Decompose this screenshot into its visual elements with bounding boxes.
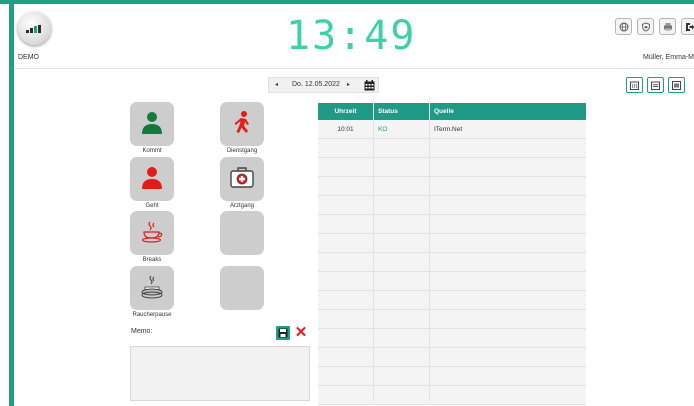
cell-uhrzeit	[318, 367, 373, 386]
logo-bars-icon	[26, 25, 43, 33]
calendar-icon[interactable]	[364, 80, 375, 91]
calendar-grid-icon	[630, 81, 639, 90]
booking-dienstgang-label: Dienstgang	[226, 148, 258, 154]
cell-uhrzeit	[318, 215, 373, 234]
table-row[interactable]	[318, 310, 586, 329]
next-day-button[interactable]: ▸	[347, 81, 350, 88]
header-divider-line	[429, 103, 430, 120]
company-name: DEMO	[18, 54, 39, 61]
booking-geht-button[interactable]	[130, 157, 174, 201]
memo-label: Memo:	[131, 328, 153, 335]
left-accent-bar	[9, 4, 14, 406]
table-row[interactable]: 10:01 KO ITerm.Net	[318, 120, 586, 139]
security-button[interactable]	[637, 18, 654, 35]
column-header-quelle[interactable]: Quelle	[434, 103, 454, 120]
digital-clock: 13:49	[286, 13, 417, 59]
table-row[interactable]	[318, 348, 586, 367]
column-divider	[373, 120, 374, 401]
cell-quelle: ITerm.Net	[434, 126, 463, 133]
cell-uhrzeit	[318, 253, 373, 272]
walking-person-icon	[234, 111, 249, 133]
booking-arztgang-button[interactable]	[220, 157, 264, 201]
list-view-button[interactable]	[647, 77, 664, 93]
document-icon	[672, 81, 681, 90]
table-row[interactable]	[318, 272, 586, 291]
ashtray-icon	[141, 275, 163, 299]
booking-raucherpause-button[interactable]	[130, 266, 174, 310]
table-row[interactable]	[318, 329, 586, 348]
column-header-status[interactable]: Status	[378, 103, 398, 120]
table-row[interactable]	[318, 139, 586, 158]
logo	[18, 12, 51, 45]
cell-uhrzeit	[318, 234, 373, 253]
cell-uhrzeit	[318, 196, 373, 215]
column-header-uhrzeit[interactable]: Uhrzeit	[318, 103, 373, 120]
cell-uhrzeit	[318, 310, 373, 329]
user-name: Müller, Emma-M	[643, 54, 694, 61]
previous-day-button[interactable]: ◂	[275, 81, 278, 88]
cell-uhrzeit	[318, 158, 373, 177]
table-header: Uhrzeit Status Quelle	[318, 103, 586, 120]
globe-icon	[619, 22, 629, 32]
booking-kommt-button[interactable]	[130, 102, 174, 146]
cancel-memo-button[interactable]: ✕	[294, 325, 308, 341]
table-row[interactable]	[318, 253, 586, 272]
bookings-table: Uhrzeit Status Quelle 10:01 KO ITerm.Net	[318, 103, 586, 405]
table-row[interactable]	[318, 291, 586, 310]
table-row[interactable]	[318, 215, 586, 234]
person-red-icon	[142, 167, 162, 189]
shield-icon	[642, 22, 650, 32]
cell-uhrzeit: 10:01	[337, 126, 354, 133]
cell-uhrzeit	[318, 386, 373, 405]
header-divider	[14, 68, 694, 69]
booking-kommt-label: Kommt	[142, 148, 162, 154]
booking-breaks-label: Breaks	[142, 257, 162, 263]
cell-uhrzeit	[318, 329, 373, 348]
cell-uhrzeit	[318, 272, 373, 291]
printer-icon	[664, 23, 672, 31]
top-accent-bar	[0, 0, 694, 4]
save-memo-button[interactable]	[276, 326, 290, 340]
logout-button[interactable]	[681, 18, 694, 35]
table-row[interactable]	[318, 177, 586, 196]
floppy-disk-icon	[278, 328, 288, 338]
current-date: Do. 12.05.2022	[292, 81, 340, 88]
memo-textarea[interactable]	[130, 346, 310, 401]
booking-geht-label: Geht	[145, 203, 159, 209]
table-row[interactable]	[318, 234, 586, 253]
cell-uhrzeit	[318, 177, 373, 196]
booking-breaks-button[interactable]	[130, 211, 174, 255]
date-navigator: ◂ Do. 12.05.2022 ▸	[268, 77, 379, 93]
day-view-button[interactable]	[626, 77, 643, 93]
cell-uhrzeit	[318, 291, 373, 310]
overview-button[interactable]	[668, 77, 685, 93]
booking-empty-button[interactable]	[220, 266, 264, 310]
person-green-icon	[142, 112, 162, 134]
cell-uhrzeit	[318, 139, 373, 158]
cell-uhrzeit	[318, 348, 373, 367]
sign-out-icon	[686, 23, 694, 31]
table-row[interactable]	[318, 158, 586, 177]
table-row[interactable]	[318, 386, 586, 405]
cell-status: KO	[378, 126, 388, 133]
booking-empty-button[interactable]	[220, 211, 264, 255]
booking-dienstgang-button[interactable]	[220, 102, 264, 146]
terminal-button[interactable]	[659, 18, 676, 35]
first-aid-kit-icon	[230, 167, 254, 188]
language-button[interactable]	[615, 18, 632, 35]
booking-arztgang-label: Arztgang	[229, 203, 254, 209]
header-divider-line	[373, 103, 374, 120]
coffee-cup-icon	[141, 221, 163, 243]
booking-raucherpause-label: Raucherpause	[132, 312, 172, 318]
table-row[interactable]	[318, 367, 586, 386]
column-divider	[429, 120, 430, 401]
table-row[interactable]	[318, 196, 586, 215]
calendar-list-icon	[651, 81, 660, 90]
